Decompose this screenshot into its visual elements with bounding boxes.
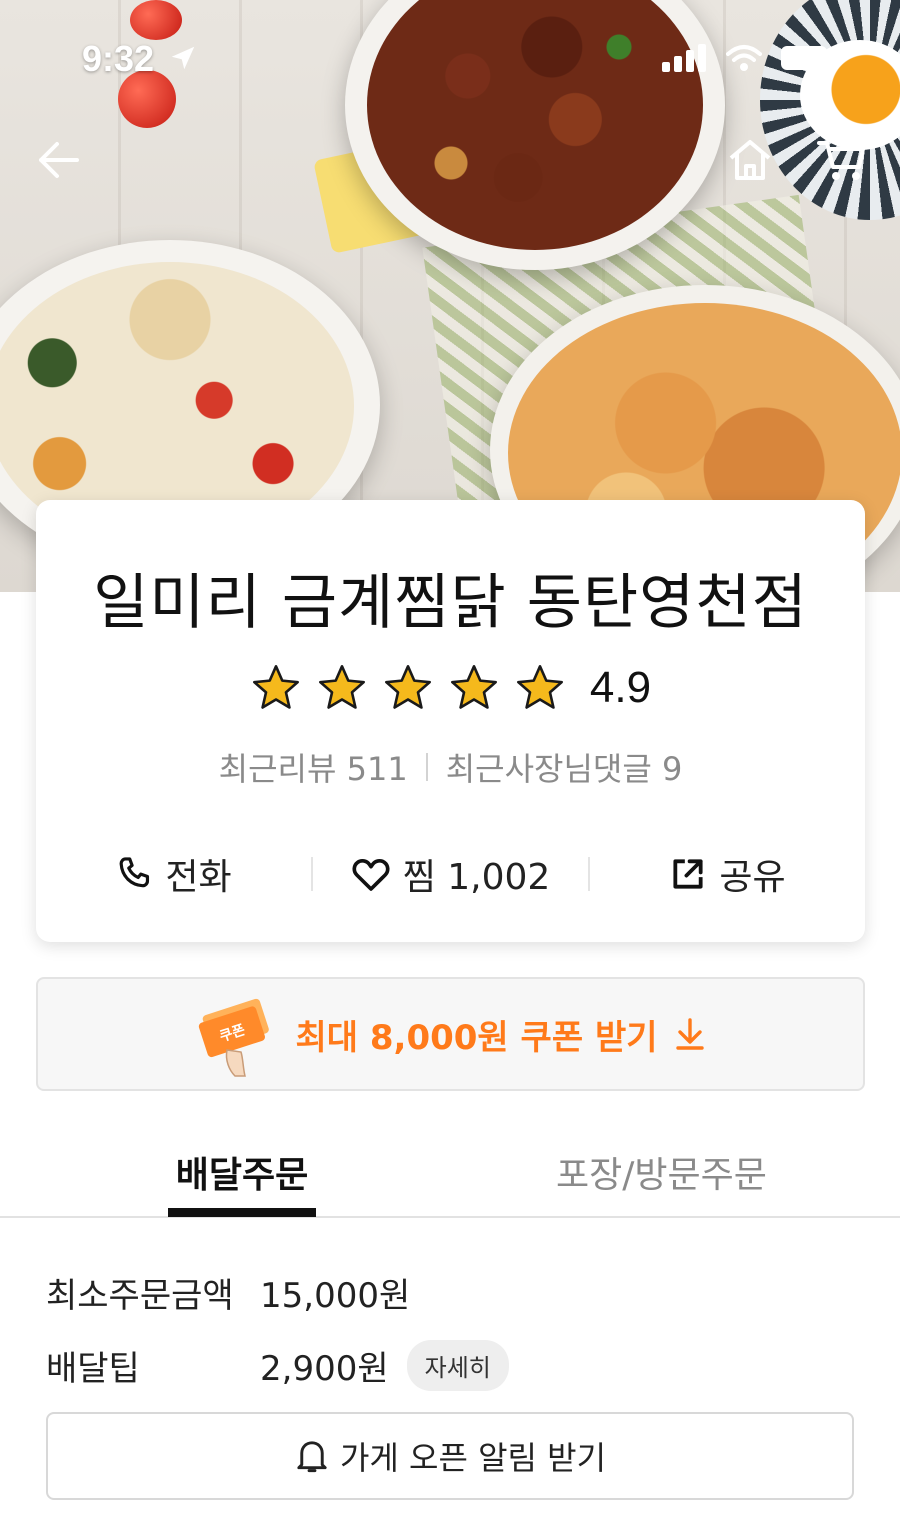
signal-icon xyxy=(662,44,706,72)
cart-button[interactable] xyxy=(812,130,872,190)
tab-pickup[interactable]: 포장/방문주문 xyxy=(556,1146,767,1198)
favorite-label: 찜 1,002 xyxy=(402,857,551,898)
star-icon xyxy=(516,665,563,709)
recent-reviews-link[interactable]: 최근리뷰 511 xyxy=(219,744,408,790)
wifi-icon xyxy=(726,45,762,71)
min-order-row: 최소주문금액 15,000원 xyxy=(46,1268,410,1317)
phone-icon xyxy=(119,857,150,888)
call-label: 전화 xyxy=(165,857,232,898)
back-arrow-icon xyxy=(39,142,79,178)
star-icon xyxy=(384,665,431,709)
rating-row[interactable]: 4.9 xyxy=(36,662,865,714)
back-button[interactable] xyxy=(28,130,88,190)
open-notification-button[interactable]: 가게 오픈 알림 받기 xyxy=(46,1412,854,1500)
store-action-row: 전화 찜 1,002 공유 xyxy=(36,844,865,904)
open-notification-label: 가게 오픈 알림 받기 xyxy=(339,1439,607,1477)
bell-icon xyxy=(297,1441,327,1473)
cart-icon xyxy=(817,141,865,180)
heart-icon xyxy=(352,859,390,891)
share-button[interactable]: 공유 xyxy=(590,848,865,900)
home-icon xyxy=(729,140,771,180)
divider xyxy=(425,753,428,781)
status-time: 9:32 xyxy=(82,38,198,80)
hero-tomato xyxy=(130,0,182,40)
tab-active-indicator xyxy=(168,1208,316,1217)
call-button[interactable]: 전화 xyxy=(36,848,311,900)
store-info-card: 일미리 금계찜닭 동탄영천점 4.9 최근리뷰 511 최근사장님댓글 9 전화… xyxy=(36,500,865,942)
share-label: 공유 xyxy=(719,857,786,898)
tip-detail-button[interactable]: 자세히 xyxy=(406,1340,509,1391)
tab-delivery[interactable]: 배달주문 xyxy=(168,1146,316,1198)
location-arrow-icon xyxy=(171,46,195,70)
coupon-download-button[interactable]: 쿠폰 최대 8,000원 쿠폰 받기 xyxy=(36,977,865,1091)
delivery-tip-value: 2,900원 xyxy=(260,1349,389,1389)
rating-value: 4.9 xyxy=(589,663,652,712)
download-arrow-icon xyxy=(675,1018,704,1050)
share-icon xyxy=(673,859,703,889)
home-button[interactable] xyxy=(720,130,780,190)
coupon-ticket-icon: 쿠폰 xyxy=(199,998,270,1077)
min-order-label: 최소주문금액 xyxy=(46,1276,234,1316)
min-order-value: 15,000원 xyxy=(260,1276,411,1316)
owner-replies-link[interactable]: 최근사장님댓글 9 xyxy=(446,744,683,790)
review-stats: 최근리뷰 511 최근사장님댓글 9 xyxy=(36,744,865,790)
battery-icon xyxy=(781,46,833,70)
star-icon xyxy=(450,665,497,709)
coupon-label: 최대 8,000원 쿠폰 받기 xyxy=(295,1017,658,1058)
delivery-tip-row: 배달팁 2,900원 자세히 xyxy=(46,1340,509,1391)
delivery-tip-label: 배달팁 xyxy=(46,1349,140,1389)
store-name: 일미리 금계찜닭 동탄영천점 xyxy=(93,568,808,638)
favorite-button[interactable]: 찜 1,002 xyxy=(313,848,588,900)
star-icon xyxy=(252,665,299,709)
order-type-tabs: 배달주문 포장/방문주문 xyxy=(0,1130,900,1218)
star-icon xyxy=(318,665,365,709)
status-icons xyxy=(662,44,834,72)
